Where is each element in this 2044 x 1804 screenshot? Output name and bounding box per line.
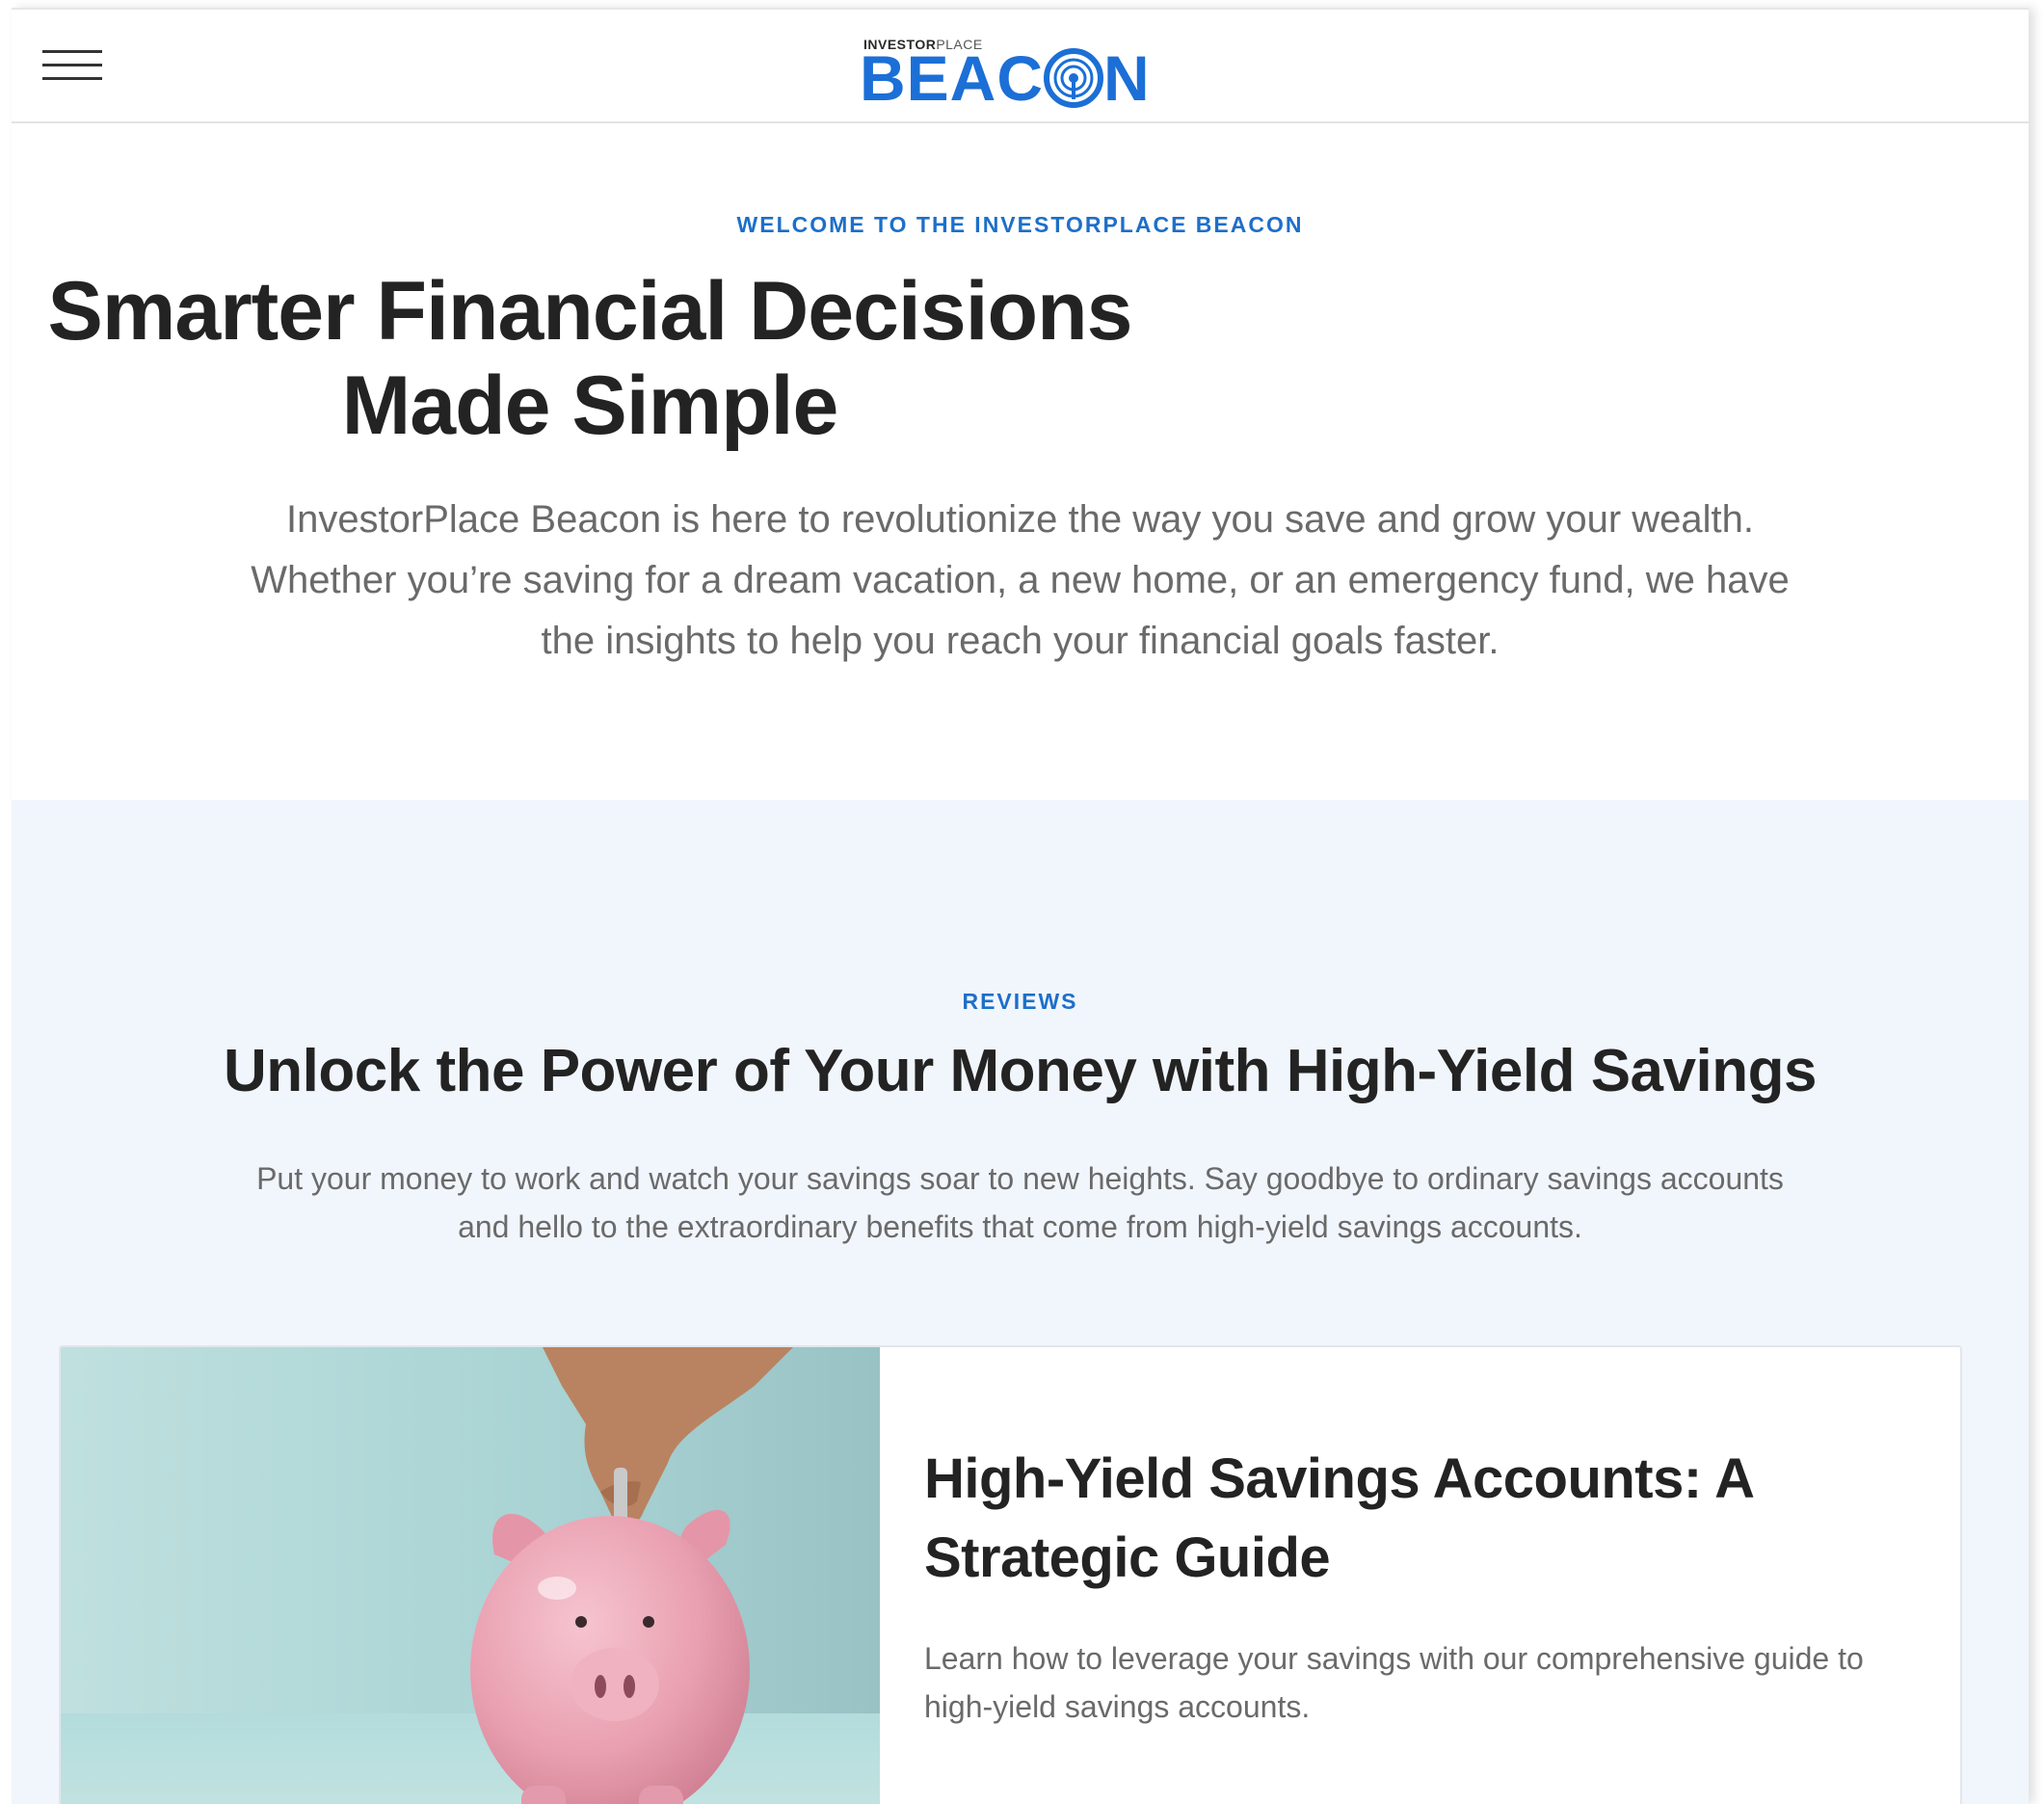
hero-title: Smarter Financial Decisions Made Simple [12, 264, 1168, 453]
article-card-description: Learn how to leverage your savings with … [924, 1641, 1864, 1724]
broadcast-target-icon [1044, 46, 1104, 118]
hero-title-line1: Smarter Financial Decisions [47, 265, 1133, 358]
beacon-logo[interactable]: INVESTORPLACE BEAC N [858, 27, 1166, 114]
reviews-description: Put your money to work and watch your sa… [256, 1161, 1784, 1244]
logo-beacon-wordmark: BEAC N [860, 46, 1151, 118]
reviews-section: REVIEWS Unlock the Power of Your Money w… [12, 800, 2029, 1804]
hero-eyebrow: WELCOME TO THE INVESTORPLACE BEACON [736, 212, 1304, 237]
page: INVESTORPLACE BEAC N WELCOME TO THE INVE… [12, 8, 2029, 1804]
hero-description: InvestorPlace Beacon is here to revoluti… [251, 498, 1790, 662]
hero-title-line2: Made Simple [341, 359, 839, 452]
site-header: INVESTORPLACE BEAC N [12, 10, 2029, 123]
reviews-title: Unlock the Power of Your Money with High… [224, 1038, 1817, 1104]
hero-section: WELCOME TO THE INVESTORPLACE BEACON Smar… [12, 123, 2029, 800]
article-card-title[interactable]: High-Yield Savings Accounts: A Strategic… [924, 1440, 1888, 1598]
article-card[interactable]: High-Yield Savings Accounts: A Strategic… [59, 1345, 1962, 1804]
reviews-eyebrow: REVIEWS [962, 989, 1078, 1014]
hamburger-menu-icon[interactable] [42, 42, 102, 83]
piggy-bank-coin-photo[interactable] [61, 1347, 880, 1804]
